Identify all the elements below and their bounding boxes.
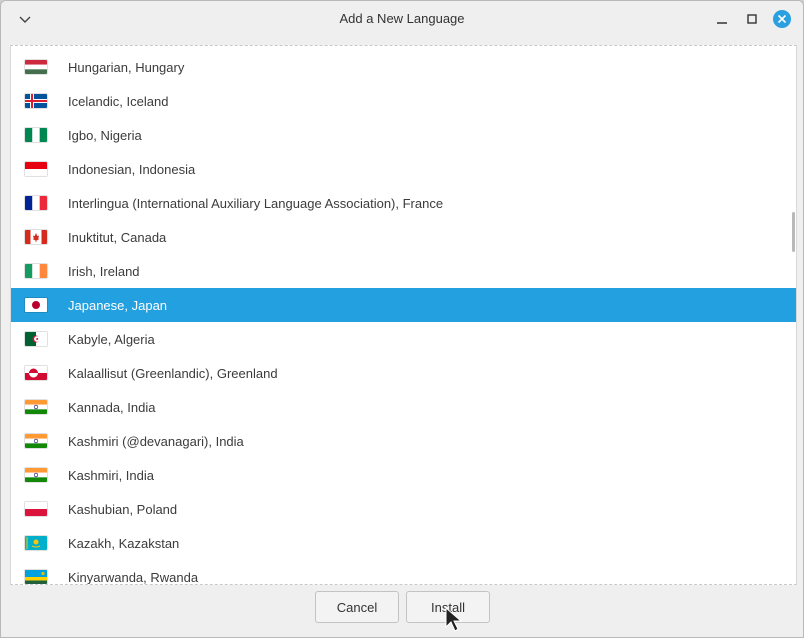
language-label: Interlingua (International Auxiliary Lan… (68, 196, 444, 211)
language-row[interactable]: Icelandic, Iceland (11, 84, 796, 118)
scrollbar-thumb[interactable] (792, 212, 795, 252)
window-title: Add a New Language (339, 11, 465, 26)
language-row[interactable]: Kashmiri (@devanagari), India (11, 424, 796, 458)
language-row[interactable]: Kalaallisut (Greenlandic), Greenland (11, 356, 796, 390)
maximize-icon[interactable] (742, 9, 762, 29)
language-label: Kannada, India (68, 400, 156, 415)
flag-in-icon (24, 433, 48, 449)
language-label: Irish, Ireland (68, 264, 140, 279)
close-icon[interactable] (772, 9, 792, 29)
flag-gl-icon (24, 365, 48, 381)
add-language-dialog: Add a New Language Hungarian, Hungary Ice… (0, 0, 804, 638)
language-row[interactable]: Igbo, Nigeria (11, 118, 796, 152)
language-label: Kashmiri, India (68, 468, 154, 483)
flag-fr-icon (24, 195, 48, 211)
language-row[interactable]: Inuktitut, Canada (11, 220, 796, 254)
flag-ng-icon (24, 127, 48, 143)
language-row[interactable]: Kazakh, Kazakstan (11, 526, 796, 560)
language-label: Inuktitut, Canada (68, 230, 167, 245)
language-label: Japanese, Japan (68, 298, 168, 313)
flag-id-icon (24, 161, 48, 177)
language-row[interactable]: Indonesian, Indonesia (11, 152, 796, 186)
flag-kz-icon (24, 535, 48, 551)
language-row[interactable]: Kinyarwanda, Rwanda (11, 560, 796, 585)
language-row[interactable]: Kannada, India (11, 390, 796, 424)
language-label: Kazakh, Kazakstan (68, 536, 180, 551)
language-list[interactable]: Hungarian, Hungary Icelandic, Iceland Igbo… (10, 45, 797, 585)
language-row[interactable]: Hungarian, Hungary (11, 50, 796, 84)
language-row[interactable]: Interlingua (International Auxiliary Lan… (11, 186, 796, 220)
flag-hu-icon (24, 59, 48, 75)
flag-pl-icon (24, 501, 48, 517)
flag-in-icon (24, 399, 48, 415)
flag-rw-icon (24, 569, 48, 584)
flag-ca-icon (24, 229, 48, 245)
flag-dz-icon (24, 331, 48, 347)
language-label: Kashmiri (@devanagari), India (68, 434, 244, 449)
language-row[interactable]: Kashubian, Poland (11, 492, 796, 526)
cancel-button[interactable]: Cancel (315, 591, 399, 623)
language-row[interactable]: Japanese, Japan (11, 288, 796, 322)
language-label: Kabyle, Algeria (68, 332, 155, 347)
flag-in-icon (24, 467, 48, 483)
language-label: Kashubian, Poland (68, 502, 178, 517)
language-row[interactable]: Irish, Ireland (11, 254, 796, 288)
mouse-pointer-icon (445, 606, 463, 637)
flag-ie-icon (24, 263, 48, 279)
language-label: Kalaallisut (Greenlandic), Greenland (68, 366, 278, 381)
language-label: Igbo, Nigeria (68, 128, 142, 143)
language-row[interactable]: Kashmiri, India (11, 458, 796, 492)
language-label: Kinyarwanda, Rwanda (68, 570, 199, 585)
language-row[interactable]: Kabyle, Algeria (11, 322, 796, 356)
flag-jp-icon (24, 297, 48, 313)
language-label: Icelandic, Iceland (68, 94, 169, 109)
title-bar: Add a New Language (1, 1, 803, 37)
language-label: Indonesian, Indonesia (68, 162, 196, 177)
language-label: Hungarian, Hungary (68, 60, 185, 75)
flag-is-icon (24, 93, 48, 109)
minimize-icon[interactable] (712, 9, 732, 29)
